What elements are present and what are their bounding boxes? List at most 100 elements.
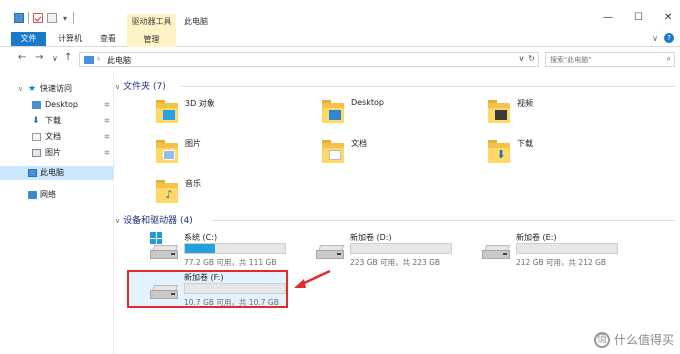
collapse-arrow-icon[interactable]: ∨ <box>115 83 120 91</box>
pictures-folder-icon <box>156 140 178 164</box>
desktop-icon <box>32 101 41 109</box>
title-bar: ▾ 驱动器工具 此电脑 — ☐ ✕ <box>0 0 680 30</box>
watermark-text: 什么值得买 <box>613 333 674 347</box>
sidebar-item-documents[interactable]: 文档 ✲ <box>0 130 114 144</box>
document-icon <box>32 133 41 141</box>
pin-icon[interactable]: ✲ <box>104 98 110 112</box>
help-icon[interactable]: ? <box>664 33 674 43</box>
folder-videos[interactable]: 视频 <box>488 98 658 128</box>
3d-objects-icon <box>156 100 178 124</box>
drive-label: 系统 (C:) <box>184 233 218 242</box>
folder-label: 音乐 <box>185 179 201 188</box>
hard-drive-icon <box>482 244 511 260</box>
annotation-arrow <box>294 269 331 288</box>
properties-icon[interactable] <box>33 13 43 23</box>
download-icon: ⬇ <box>32 116 40 126</box>
folder-label: 视频 <box>517 99 533 108</box>
breadcrumb-this-pc[interactable]: 此电脑 <box>107 55 131 66</box>
sidebar-item-network[interactable]: 网络 <box>0 188 114 202</box>
watermark-logo-icon: 值 <box>593 331 610 348</box>
search-input[interactable] <box>546 53 656 66</box>
drive-c[interactable]: 系统 (C:) 77.2 GB 可用，共 111 GB <box>150 232 310 272</box>
close-button[interactable]: ✕ <box>664 12 672 23</box>
folder-label: 3D 对象 <box>185 99 215 108</box>
folder-pictures[interactable]: 图片 <box>156 138 326 168</box>
pin-icon[interactable]: ✲ <box>104 114 110 128</box>
tab-computer[interactable]: 计算机 <box>52 32 88 46</box>
drive-label: 新加卷 (E:) <box>516 233 557 242</box>
sidebar-item-label: 网络 <box>40 190 56 199</box>
search-box[interactable]: ⌕ <box>545 52 675 67</box>
sidebar-item-label: Desktop <box>45 100 78 109</box>
context-tab-drive-tools: 驱动器工具 <box>127 14 176 30</box>
collapse-arrow-icon[interactable]: ∨ <box>115 217 120 225</box>
group-title: 文件夹 (7) <box>123 82 166 92</box>
folder-desktop[interactable]: Desktop <box>322 98 492 128</box>
minimize-button[interactable]: — <box>603 12 613 23</box>
navigation-bar: ← → ∨ ↑ › 此电脑 ∨ ↻ ⌕ <box>0 48 680 70</box>
search-icon[interactable]: ⌕ <box>667 54 671 64</box>
drive-f[interactable]: 新加卷 (F:) 10.7 GB 可用，共 10.7 GB <box>150 272 310 312</box>
windows-logo-icon <box>150 232 162 244</box>
desktop-folder-icon <box>322 100 344 124</box>
new-folder-icon[interactable] <box>47 13 57 23</box>
up-arrow-icon[interactable]: ↑ <box>64 52 72 63</box>
sidebar-item-this-pc[interactable]: 此电脑 <box>0 166 114 180</box>
folder-label: 图片 <box>185 139 201 148</box>
path-separator[interactable]: › <box>97 54 100 63</box>
folder-music[interactable]: ♪ 音乐 <box>156 178 326 208</box>
tab-view[interactable]: 查看 <box>93 32 123 46</box>
sidebar-item-desktop[interactable]: Desktop ✲ <box>0 98 114 112</box>
maximize-button[interactable]: ☐ <box>634 12 643 23</box>
customize-toolbar-dropdown[interactable]: ▾ <box>61 14 69 23</box>
expand-ribbon-icon[interactable]: ∨ <box>652 34 658 43</box>
sidebar-item-downloads[interactable]: ⬇ 下载 ✲ <box>0 114 114 128</box>
hard-drive-icon <box>316 244 345 260</box>
computer-icon <box>84 56 94 64</box>
folder-label: Desktop <box>351 98 384 107</box>
toolbar-divider <box>28 12 29 24</box>
recent-locations-icon[interactable]: ∨ <box>52 54 58 63</box>
tab-manage[interactable]: 管理 <box>127 30 176 47</box>
sidebar-item-quick-access[interactable]: ∨ ★ 快速访问 <box>0 82 114 96</box>
address-dropdown-icon[interactable]: ∨ <box>518 54 524 63</box>
watermark: 值 什么值得买 <box>593 331 674 348</box>
window-title: 此电脑 <box>184 17 208 26</box>
pictures-icon <box>32 149 41 157</box>
computer-icon[interactable] <box>14 13 24 23</box>
folder-documents[interactable]: 文档 <box>322 138 492 168</box>
sidebar-item-label: 文档 <box>45 132 61 141</box>
drive-e[interactable]: 新加卷 (E:) 212 GB 可用，共 212 GB <box>482 232 642 272</box>
folder-label: 下载 <box>517 139 533 148</box>
sidebar-item-pictures[interactable]: 图片 ✲ <box>0 146 114 160</box>
folder-3d-objects[interactable]: 3D 对象 <box>156 98 326 128</box>
forward-arrow-icon[interactable]: → <box>35 52 43 63</box>
drive-usage-bar <box>184 243 286 254</box>
group-header-folders[interactable]: ∨ 文件夹 (7) <box>115 79 166 93</box>
folder-downloads[interactable]: ⬇ 下载 <box>488 138 658 168</box>
sidebar-item-label: 此电脑 <box>40 168 64 177</box>
group-divider <box>211 220 676 221</box>
drive-space-info: 77.2 GB 可用，共 111 GB <box>184 258 277 267</box>
drive-usage-bar <box>184 283 286 294</box>
address-bar[interactable]: › 此电脑 ∨ ↻ <box>79 52 539 67</box>
quick-access-toolbar: ▾ <box>14 12 74 24</box>
ribbon-tabs: 文件 计算机 查看 管理 ∨ ? <box>0 30 680 47</box>
group-header-drives[interactable]: ∨ 设备和驱动器 (4) <box>115 213 193 227</box>
refresh-icon[interactable]: ↻ <box>528 54 535 63</box>
documents-folder-icon <box>322 140 344 164</box>
pin-icon[interactable]: ✲ <box>104 146 110 160</box>
drive-d[interactable]: 新加卷 (D:) 223 GB 可用，共 223 GB <box>316 232 476 272</box>
music-folder-icon: ♪ <box>156 180 178 204</box>
drive-space-info: 10.7 GB 可用，共 10.7 GB <box>184 298 279 307</box>
downloads-folder-icon: ⬇ <box>488 140 510 164</box>
sidebar-item-label: 图片 <box>45 148 61 157</box>
sidebar-item-label: 快速访问 <box>40 84 72 93</box>
drive-usage-fill <box>185 244 215 253</box>
drive-space-info: 223 GB 可用，共 223 GB <box>350 258 441 267</box>
tab-file[interactable]: 文件 <box>11 32 46 46</box>
drive-label: 新加卷 (F:) <box>184 273 224 282</box>
back-arrow-icon[interactable]: ← <box>18 52 26 63</box>
collapse-arrow-icon[interactable]: ∨ <box>18 82 23 96</box>
pin-icon[interactable]: ✲ <box>104 130 110 144</box>
